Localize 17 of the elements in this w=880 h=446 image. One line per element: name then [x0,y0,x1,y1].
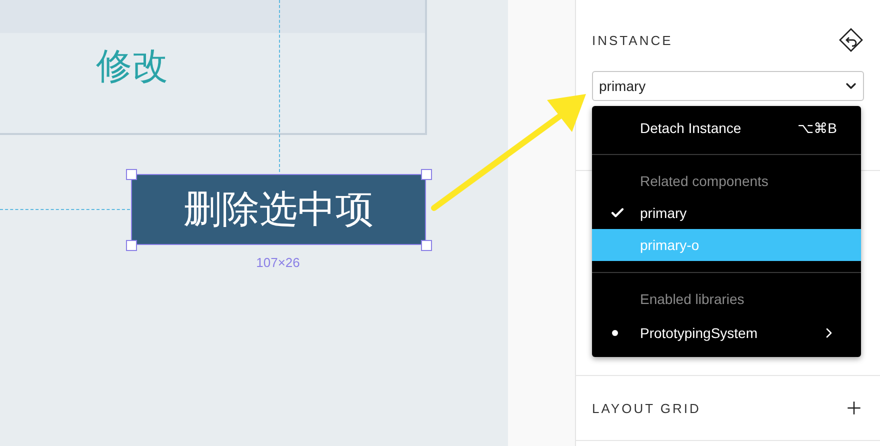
resize-handle[interactable] [126,240,137,251]
frame-label: 修改 [96,45,168,87]
shortcut-text: ⌥⌘B [798,120,837,136]
menu-section-header: Enabled libraries [639,290,746,309]
resize-handle[interactable] [126,169,137,180]
component-dropdown[interactable]: primary [592,71,864,101]
menu-item[interactable]: PrototypingSystem [592,317,861,349]
section-title: INSTANCE [592,32,673,48]
selected-button[interactable]: 删除选中项 [131,174,426,245]
menu-section-header: Related components [639,172,770,191]
dimension-label: 107×26 [255,255,301,270]
instance-icon[interactable] [838,27,864,53]
section-title: LAYOUT GRID [592,400,701,416]
resize-handle[interactable] [421,240,432,251]
menu-item[interactable]: Detach Instance ⌥⌘B [592,106,861,150]
menu-item[interactable]: primary [592,197,861,229]
resize-handle[interactable] [421,169,432,180]
